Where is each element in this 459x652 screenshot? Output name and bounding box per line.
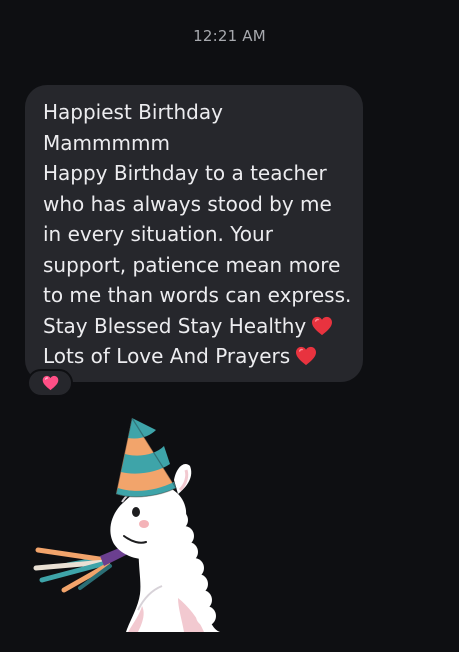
party-hat-icon — [115, 416, 177, 498]
chat-view: 12:21 AM Happiest Birthday Mammmmm Happy… — [0, 0, 459, 652]
message-line: Happiest Birthday — [43, 100, 223, 124]
message-line: Happy Birthday to a teacher — [43, 161, 327, 185]
message-bubble[interactable]: Happiest Birthday Mammmmm Happy Birthday… — [25, 85, 363, 382]
message-line-with-emoji: Lots of Love And Prayers — [43, 341, 349, 372]
message-line-with-emoji: Stay Blessed Stay Healthy — [43, 311, 349, 342]
message-timestamp: 12:21 AM — [193, 27, 266, 45]
message-line: Mammmmm — [43, 130, 170, 155]
reaction-badge[interactable] — [27, 369, 73, 397]
red-heart-icon — [296, 346, 317, 366]
message-line: in every situation. Your — [43, 222, 273, 246]
red-heart-icon — [312, 316, 333, 335]
pink-heart-icon — [42, 375, 58, 391]
message-line: support, patience mean more — [43, 252, 341, 277]
message-line: who has always stood by me — [43, 191, 332, 216]
message-line-text: Lots of Love And Prayers — [43, 344, 291, 368]
message-line: to me than words can express. — [43, 283, 352, 307]
party-horn-icon — [33, 546, 128, 593]
message-line-text: Stay Blessed Stay Healthy — [43, 313, 307, 338]
party-llama-sticker-icon[interactable] — [28, 410, 238, 638]
